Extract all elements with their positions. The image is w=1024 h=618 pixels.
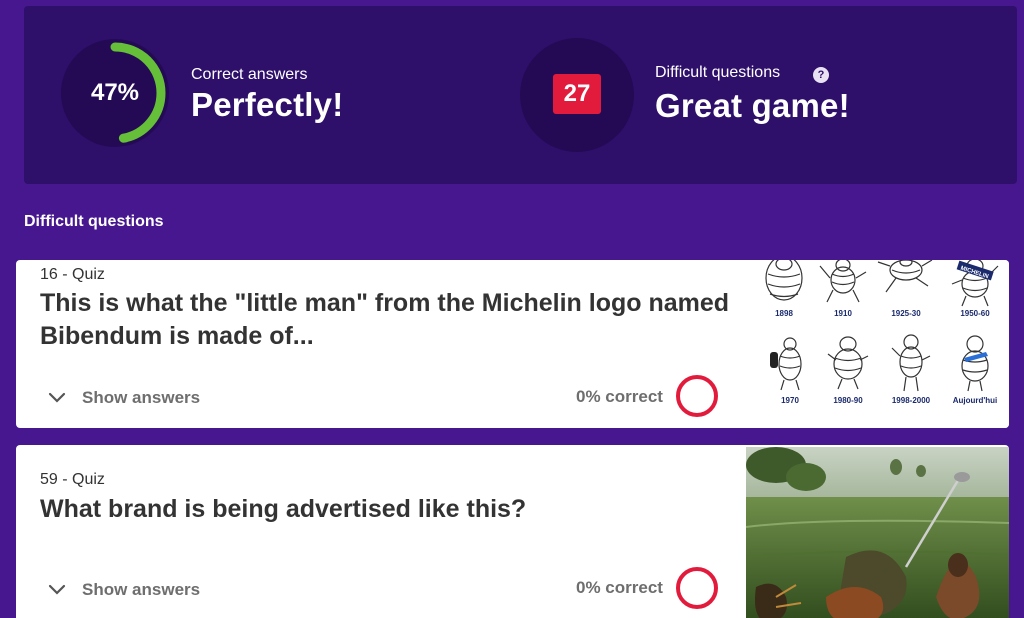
advert-photo-image bbox=[746, 447, 1009, 618]
difficult-questions-value: Great game! bbox=[655, 87, 850, 124]
show-answers-label: Show answers bbox=[82, 580, 201, 599]
difficult-count-badge: 27 bbox=[553, 74, 601, 114]
difficult-questions-label: Difficult questions bbox=[655, 64, 781, 81]
chevron-down-icon bbox=[48, 584, 66, 595]
show-answers-button[interactable]: Show answers bbox=[48, 580, 200, 600]
help-icon[interactable]: ? bbox=[813, 67, 829, 83]
question-card: 16 - Quiz This is what the "little man" … bbox=[16, 260, 1009, 428]
chevron-down-icon bbox=[48, 392, 66, 403]
correct-answers-ring: 47% bbox=[60, 38, 170, 148]
year-label: 1980-90 bbox=[833, 396, 863, 405]
question-text: What brand is being advertised like this… bbox=[40, 495, 527, 523]
question-text: This is what the "little man" from the M… bbox=[40, 289, 730, 350]
year-label: 1910 bbox=[834, 309, 852, 318]
question-meta: 59 - Quiz bbox=[40, 471, 105, 488]
year-label: 1925-30 bbox=[891, 309, 921, 318]
show-answers-label: Show answers bbox=[82, 388, 201, 407]
percent-correct: 0% correct bbox=[576, 387, 663, 406]
percent-correct: 0% correct bbox=[576, 578, 663, 597]
difficult-count-circle: 27 bbox=[520, 38, 634, 152]
year-label: 1998-2000 bbox=[892, 396, 931, 405]
results-summary-panel: 47% Correct answers Perfectly! 27 Diffic… bbox=[24, 6, 1017, 184]
year-label: Aujourd'hui bbox=[953, 396, 998, 405]
correct-percentage: 47% bbox=[90, 79, 140, 106]
correct-answers-value: Perfectly! bbox=[191, 86, 344, 123]
question-card: 59 - Quiz What brand is being advertised… bbox=[16, 445, 1009, 618]
michelin-evolution-image: MICHELIN 1898 1910 1925-30 1950-60 1970 … bbox=[746, 260, 1009, 428]
section-title: Difficult questions bbox=[24, 213, 164, 230]
year-label: 1898 bbox=[775, 309, 793, 318]
question-meta: 16 - Quiz bbox=[40, 266, 105, 283]
year-label: 1950-60 bbox=[960, 309, 990, 318]
correct-answers-label: Correct answers bbox=[191, 66, 308, 83]
correct-ring-icon bbox=[676, 567, 718, 609]
correct-ring-icon bbox=[676, 375, 718, 417]
year-label: 1970 bbox=[781, 396, 799, 405]
show-answers-button[interactable]: Show answers bbox=[48, 388, 200, 408]
